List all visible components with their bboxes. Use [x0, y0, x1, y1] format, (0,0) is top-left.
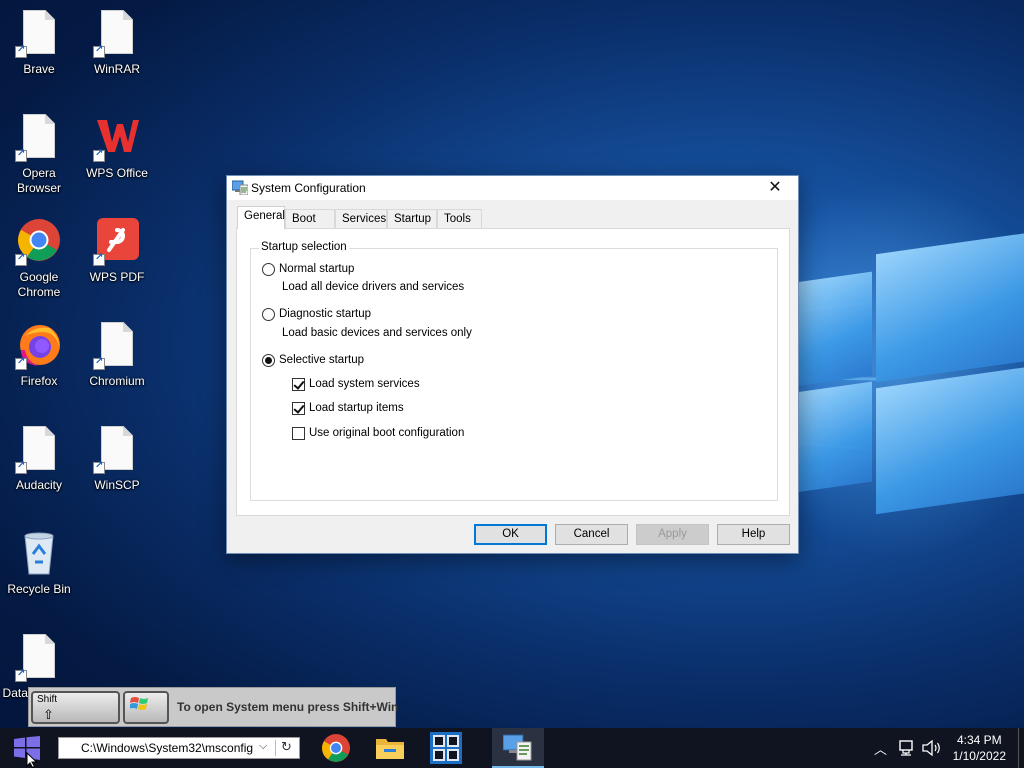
- file-explorer-icon: [376, 739, 404, 759]
- taskbar: ⌵ ↻: [0, 728, 1024, 768]
- startup-selection-group: Startup selection Normal startup Load al…: [250, 241, 778, 501]
- tab-services[interactable]: Services: [335, 209, 387, 228]
- document-icon: [15, 426, 63, 474]
- desktop-icon-brave[interactable]: Brave: [0, 10, 78, 77]
- tray-overflow-chevron[interactable]: ︿: [874, 739, 887, 768]
- load-startup-items-checkbox[interactable]: [292, 402, 305, 415]
- desktop-icon-chromium[interactable]: Chromium: [78, 322, 156, 389]
- system-configuration-dialog: System Configuration ✕ General Boot Serv…: [226, 175, 799, 554]
- wps-office-icon: [93, 114, 141, 162]
- network-icon[interactable]: [899, 740, 917, 768]
- desktop-icon-firefox[interactable]: Firefox: [0, 322, 78, 389]
- group-title: Startup selection: [259, 241, 349, 253]
- clock-date: 1/10/2022: [952, 749, 1006, 763]
- selective-startup-radio[interactable]: [262, 354, 275, 367]
- tab-tools[interactable]: Tools: [437, 209, 482, 228]
- wps-pdf-icon: [93, 218, 141, 266]
- desktop-icon-wps-pdf[interactable]: WPS PDF: [78, 218, 156, 285]
- recycle-bin-icon: [15, 530, 63, 578]
- chrome-icon: [15, 218, 63, 266]
- normal-startup-description: Load all device drivers and services: [282, 281, 465, 293]
- normal-startup-label[interactable]: Normal startup: [279, 263, 354, 275]
- desktop-icon-recycle-bin[interactable]: Recycle Bin: [0, 530, 78, 597]
- document-icon: [15, 114, 63, 162]
- show-desktop-button[interactable]: [1018, 728, 1024, 768]
- system-configuration-icon: [231, 180, 249, 196]
- help-button[interactable]: Help: [717, 524, 790, 545]
- ok-button[interactable]: OK: [474, 524, 547, 545]
- hint-text: To open System menu press Shift+Win: [177, 700, 399, 714]
- taskbar-chrome[interactable]: [310, 728, 362, 768]
- clock-time: 4:34 PM: [956, 733, 1002, 747]
- app-grid-icon: [430, 732, 462, 764]
- use-original-boot-config-label[interactable]: Use original boot configuration: [309, 427, 464, 439]
- load-system-services-checkbox[interactable]: [292, 378, 305, 391]
- cancel-button[interactable]: Cancel: [555, 524, 628, 545]
- divider: [275, 740, 276, 756]
- load-system-services-label[interactable]: Load system services: [309, 378, 420, 390]
- load-startup-items-label[interactable]: Load startup items: [309, 402, 404, 414]
- diagnostic-startup-radio[interactable]: [262, 308, 275, 321]
- run-address-input[interactable]: [81, 740, 257, 756]
- chevron-down-icon[interactable]: ⌵: [259, 740, 267, 753]
- mouse-cursor-icon: [26, 752, 38, 768]
- document-icon: [93, 322, 141, 370]
- refresh-icon[interactable]: ↻: [281, 739, 292, 755]
- desktop-icon-audacity[interactable]: Audacity: [0, 426, 78, 493]
- tab-startup[interactable]: Startup: [387, 209, 437, 228]
- dialog-title: System Configuration: [251, 181, 366, 195]
- tab-general[interactable]: General: [237, 206, 285, 229]
- shift-arrow-icon: ⇧: [43, 707, 54, 722]
- taskbar-app-grid[interactable]: [420, 728, 472, 768]
- desktop-icon-google-chrome[interactable]: Google Chrome: [0, 218, 78, 300]
- dialog-titlebar[interactable]: System Configuration ✕: [227, 176, 798, 200]
- document-icon: [15, 634, 63, 682]
- volume-icon[interactable]: [922, 739, 942, 768]
- diagnostic-startup-label[interactable]: Diagnostic startup: [279, 308, 371, 320]
- windows-key: [123, 691, 169, 724]
- taskbar-file-explorer[interactable]: [364, 728, 416, 768]
- chrome-icon: [322, 734, 350, 762]
- desktop-icon-winrar[interactable]: WinRAR: [78, 10, 156, 77]
- apply-button[interactable]: Apply: [636, 524, 709, 545]
- shift-key-label: Shift: [37, 694, 58, 705]
- diagnostic-startup-description: Load basic devices and services only: [282, 327, 472, 339]
- desktop-icon-winscp[interactable]: WinSCP: [78, 426, 156, 493]
- shift-key: Shift ⇧: [31, 691, 120, 724]
- keyboard-hint-overlay: Shift ⇧ To open System menu press Shift+…: [28, 687, 399, 727]
- normal-startup-radio[interactable]: [262, 263, 275, 276]
- firefox-icon: [15, 322, 63, 370]
- general-tab-panel: Startup selection Normal startup Load al…: [236, 228, 790, 516]
- run-address-box[interactable]: ⌵ ↻: [58, 737, 300, 759]
- taskbar-system-configuration[interactable]: [492, 728, 544, 768]
- selective-startup-label[interactable]: Selective startup: [279, 354, 364, 366]
- desktop-icon-wps-office[interactable]: WPS Office: [78, 114, 156, 181]
- close-button[interactable]: ✕: [752, 176, 798, 200]
- document-icon: [15, 10, 63, 58]
- windows-flag-icon: [130, 697, 148, 710]
- document-icon: [93, 10, 141, 58]
- tab-boot[interactable]: Boot: [285, 209, 335, 228]
- desktop-icon-opera[interactable]: Opera Browser: [0, 114, 78, 196]
- windows-wallpaper-logo: [790, 215, 1024, 515]
- use-original-boot-config-checkbox[interactable]: [292, 427, 305, 440]
- system-clock[interactable]: 4:34 PM 1/10/2022: [953, 732, 1006, 764]
- system-configuration-icon: [503, 734, 532, 761]
- document-icon: [93, 426, 141, 474]
